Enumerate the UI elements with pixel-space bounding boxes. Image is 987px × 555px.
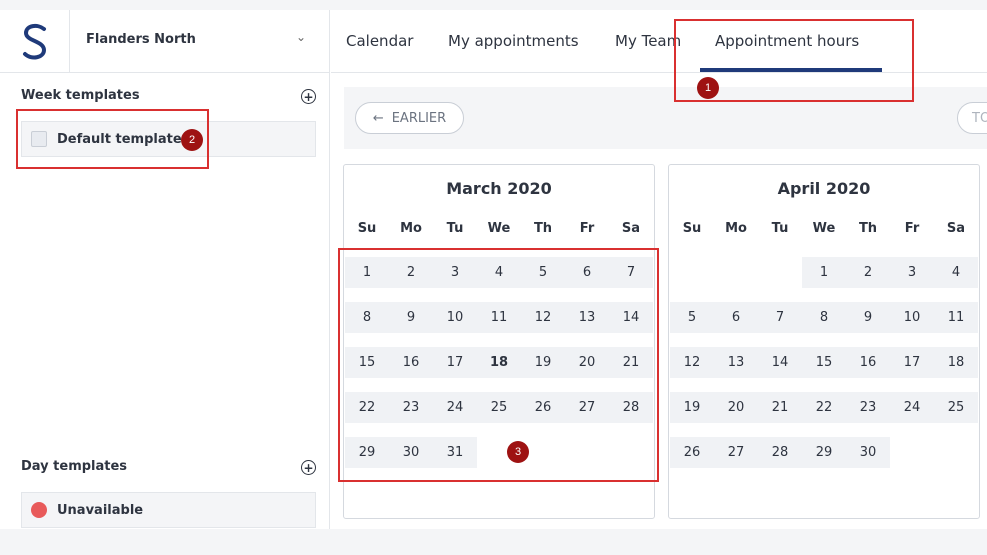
- day-cell[interactable]: 15: [802, 347, 846, 378]
- day-templates-title: Day templates: [21, 459, 128, 474]
- organization-name: Flanders North: [86, 32, 196, 47]
- app-logo[interactable]: [0, 10, 70, 73]
- day-cell[interactable]: 14: [758, 347, 802, 378]
- annotation-badge-2: 2: [181, 129, 203, 151]
- day-cell[interactable]: 16: [846, 347, 890, 378]
- next-label: TO: [972, 110, 987, 126]
- annotation-box-3: [338, 248, 659, 482]
- week-row: 5 6 7 8 9 10 11: [669, 302, 979, 333]
- month-title: March 2020: [446, 179, 552, 198]
- day-cell[interactable]: 12: [670, 347, 714, 378]
- bottom-strip: [0, 529, 987, 555]
- day-cell[interactable]: 25: [934, 392, 978, 423]
- day-cell[interactable]: 20: [714, 392, 758, 423]
- day-cell[interactable]: 27: [714, 437, 758, 468]
- day-cell[interactable]: 8: [802, 302, 846, 333]
- add-day-template-icon[interactable]: +: [301, 460, 316, 475]
- weekday-header: We: [812, 221, 836, 236]
- weekday-header: Sa: [946, 221, 966, 236]
- day-cell[interactable]: 24: [890, 392, 934, 423]
- week-row: 19 20 21 22 23 24 25: [669, 392, 979, 423]
- day-cell[interactable]: 23: [846, 392, 890, 423]
- tab-my-appointments[interactable]: My appointments: [448, 32, 579, 50]
- week-templates-title: Week templates: [21, 88, 140, 103]
- sidebar: Flanders North ⌄ Week templates + Defaul…: [0, 10, 330, 529]
- weekday-header: Su: [357, 221, 377, 236]
- weekday-header: We: [487, 221, 511, 236]
- weekday-header: Fr: [579, 221, 595, 236]
- top-strip: [0, 0, 987, 10]
- earlier-button[interactable]: ← EARLIER: [355, 102, 464, 134]
- day-cell[interactable]: 7: [758, 302, 802, 333]
- weekday-header: Mo: [400, 221, 422, 236]
- day-cell[interactable]: 6: [714, 302, 758, 333]
- organization-selector[interactable]: Flanders North ⌄: [0, 10, 329, 73]
- weekday-header: Th: [858, 221, 878, 236]
- unavailable-color-dot: [31, 502, 47, 518]
- day-cell[interactable]: 1: [802, 257, 846, 288]
- day-cell[interactable]: 26: [670, 437, 714, 468]
- day-cell[interactable]: 19: [670, 392, 714, 423]
- day-cell[interactable]: 13: [714, 347, 758, 378]
- day-template-label: Unavailable: [57, 502, 144, 518]
- weekday-header: Th: [533, 221, 553, 236]
- day-cell[interactable]: 3: [890, 257, 934, 288]
- earlier-label: EARLIER: [391, 110, 447, 126]
- day-template-item[interactable]: Unavailable: [21, 492, 316, 528]
- week-row: 1234: [669, 257, 979, 288]
- day-cell[interactable]: 11: [934, 302, 978, 333]
- day-cell[interactable]: 29: [802, 437, 846, 468]
- weekday-header: Su: [682, 221, 702, 236]
- day-cell[interactable]: 21: [758, 392, 802, 423]
- add-week-template-icon[interactable]: +: [301, 89, 316, 104]
- week-row: 26 27 28 29 30: [669, 437, 979, 468]
- weekday-header: Mo: [725, 221, 747, 236]
- day-cell[interactable]: 2: [846, 257, 890, 288]
- month-card-april: April 2020 Su Mo Tu We Th Fr Sa 12345678…: [668, 164, 980, 519]
- week-row: 12 13 14 15 16 17 18: [669, 347, 979, 378]
- annotation-badge-3: 3: [507, 441, 529, 463]
- weekday-header: Sa: [621, 221, 641, 236]
- day-cell[interactable]: 18: [934, 347, 978, 378]
- tab-my-team[interactable]: My Team: [615, 32, 681, 50]
- next-button[interactable]: TO: [957, 102, 987, 134]
- day-cell[interactable]: 4: [934, 257, 978, 288]
- weekday-header: Fr: [904, 221, 920, 236]
- logo-icon: [22, 23, 46, 59]
- weekday-header: Tu: [446, 221, 464, 236]
- chevron-down-icon[interactable]: ⌄: [296, 30, 306, 44]
- day-cell[interactable]: 5: [670, 302, 714, 333]
- tab-calendar[interactable]: Calendar: [346, 32, 413, 50]
- day-cell[interactable]: 22: [802, 392, 846, 423]
- month-title: April 2020: [777, 179, 871, 198]
- annotation-badge-1: 1: [697, 77, 719, 99]
- day-cell[interactable]: 28: [758, 437, 802, 468]
- day-cell[interactable]: 9: [846, 302, 890, 333]
- weekday-header: Tu: [771, 221, 789, 236]
- day-cell[interactable]: 17: [890, 347, 934, 378]
- day-cell[interactable]: 10: [890, 302, 934, 333]
- arrow-left-icon: ←: [372, 110, 384, 126]
- day-cell[interactable]: 30: [846, 437, 890, 468]
